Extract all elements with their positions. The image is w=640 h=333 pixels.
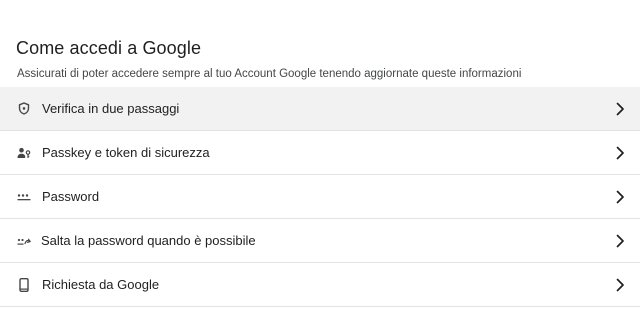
signin-options-list: Verifica in due passaggi Passkey e token…	[0, 87, 640, 307]
chevron-right-icon	[614, 278, 626, 292]
chevron-right-icon	[614, 190, 626, 204]
row-label: Verifica in due passaggi	[42, 100, 180, 116]
row-label: Passkey e token di sicurezza	[42, 144, 210, 160]
row-label: Richiesta da Google	[42, 276, 160, 292]
row-label: Salta la password quando è possibile	[41, 232, 256, 248]
signin-section: Come accedi a Google Assicurati di poter…	[0, 0, 640, 333]
chevron-right-icon	[614, 234, 626, 248]
row-password[interactable]: Password	[0, 175, 640, 219]
section-subtitle: Assicurati di poter accedere sempre al t…	[17, 68, 522, 80]
chevron-right-icon	[614, 146, 626, 160]
shield-icon	[17, 102, 31, 116]
chevron-right-icon	[614, 102, 626, 116]
row-two-step-verification[interactable]: Verifica in due passaggi	[0, 87, 640, 131]
row-label: Password	[42, 188, 100, 204]
phone-icon	[17, 277, 31, 292]
skip-password-icon	[17, 234, 31, 248]
row-passkeys[interactable]: Passkey e token di sicurezza	[0, 131, 640, 175]
row-skip-password[interactable]: Salta la password quando è possibile	[0, 219, 640, 263]
person-key-icon	[17, 146, 31, 160]
row-google-prompt[interactable]: Richiesta da Google	[0, 263, 640, 307]
password-dots-icon	[17, 190, 31, 204]
section-title: Come accedi a Google	[16, 38, 202, 58]
